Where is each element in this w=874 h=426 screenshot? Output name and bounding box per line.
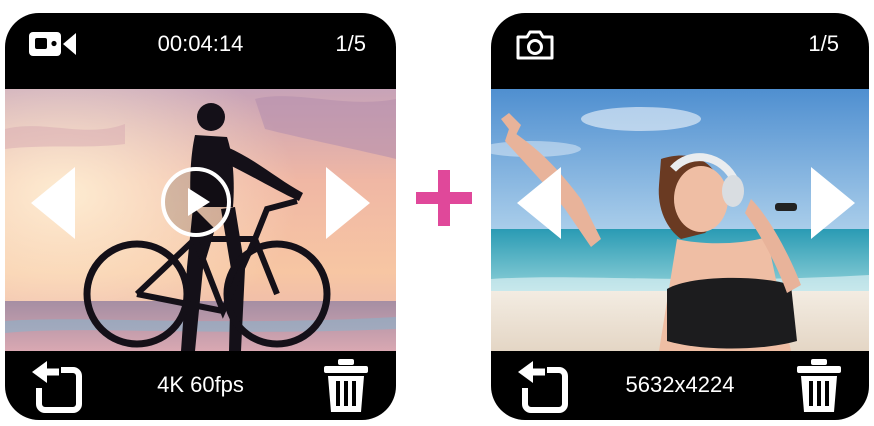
plus-icon	[414, 168, 474, 228]
previous-arrow-button[interactable]	[29, 165, 77, 241]
return-arrow-icon	[29, 361, 85, 418]
photo-top-bar: 1/5	[491, 13, 869, 89]
photo-playback-screen: 1/5 5632x4224	[491, 13, 869, 420]
file-counter: 1/5	[335, 31, 366, 56]
chevron-right-icon	[809, 167, 857, 245]
play-button[interactable]	[160, 166, 232, 238]
trash-icon	[322, 359, 370, 418]
chevron-right-icon	[324, 167, 372, 245]
photo-bottom-bar: 5632x4224	[491, 351, 869, 420]
delete-button[interactable]	[795, 358, 843, 414]
next-arrow-button[interactable]	[324, 165, 372, 241]
chevron-left-icon	[29, 167, 77, 245]
chevron-left-icon	[515, 167, 563, 245]
file-counter: 1/5	[808, 31, 839, 56]
trash-icon	[795, 359, 843, 418]
previous-arrow-button[interactable]	[515, 165, 563, 241]
video-playback-screen: 00:04:14 1/5 4K 60fps	[5, 13, 396, 420]
video-bottom-bar: 4K 60fps	[5, 351, 396, 420]
video-top-bar: 00:04:14 1/5	[5, 13, 396, 89]
camera-icon	[515, 29, 555, 66]
return-arrow-icon	[515, 361, 571, 418]
play-icon	[160, 167, 232, 242]
next-arrow-button[interactable]	[809, 165, 857, 241]
delete-button[interactable]	[322, 358, 370, 414]
